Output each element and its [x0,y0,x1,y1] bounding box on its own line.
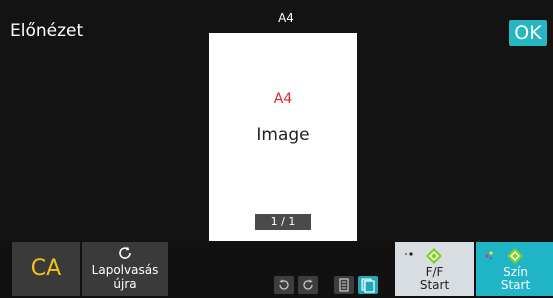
multi-page-view-button[interactable] [358,276,378,294]
rescan-label-line2: újra [113,277,137,291]
rescan-button[interactable]: Lapolvasás újra [82,242,168,296]
bw-start-button[interactable]: F/F Start [395,242,474,296]
preview-image-text: Image [256,125,310,145]
multi-page-view-icon [361,278,375,293]
clear-all-button[interactable]: CA [12,242,80,296]
rotate-left-button[interactable] [274,276,294,294]
single-page-view-button[interactable] [334,276,354,294]
rescan-label: Lapolvasás újra [82,263,168,291]
bw-start-line2: Start [419,278,450,292]
bw-start-label: F/F Start [395,266,474,292]
rotate-right-button[interactable] [298,276,318,294]
single-page-view-icon [339,278,349,292]
color-start-label: Szín Start [476,266,553,292]
rotate-right-icon [303,279,313,290]
paper-size-label: A4 [278,11,294,25]
color-start-line2: Start [500,278,531,292]
page-title: Előnézet [10,21,84,41]
preview-screen: Előnézet A4 OK A4 Image 1 / 1 CA Lapolva… [0,0,553,296]
preview-page: A4 Image 1 / 1 [209,33,357,244]
refresh-icon [117,245,133,261]
color-start-button[interactable]: Szín Start [476,242,553,296]
start-diamond-icon [426,248,442,264]
bw-dots-icon [404,252,413,256]
preview-size-text: A4 [273,91,293,107]
rescan-label-line1: Lapolvasás [91,263,159,277]
ok-button[interactable]: OK [509,20,547,46]
rotate-left-icon [279,279,289,290]
color-dots-icon [485,251,493,260]
start-diamond-icon [507,248,523,264]
page-counter: 1 / 1 [255,214,311,230]
